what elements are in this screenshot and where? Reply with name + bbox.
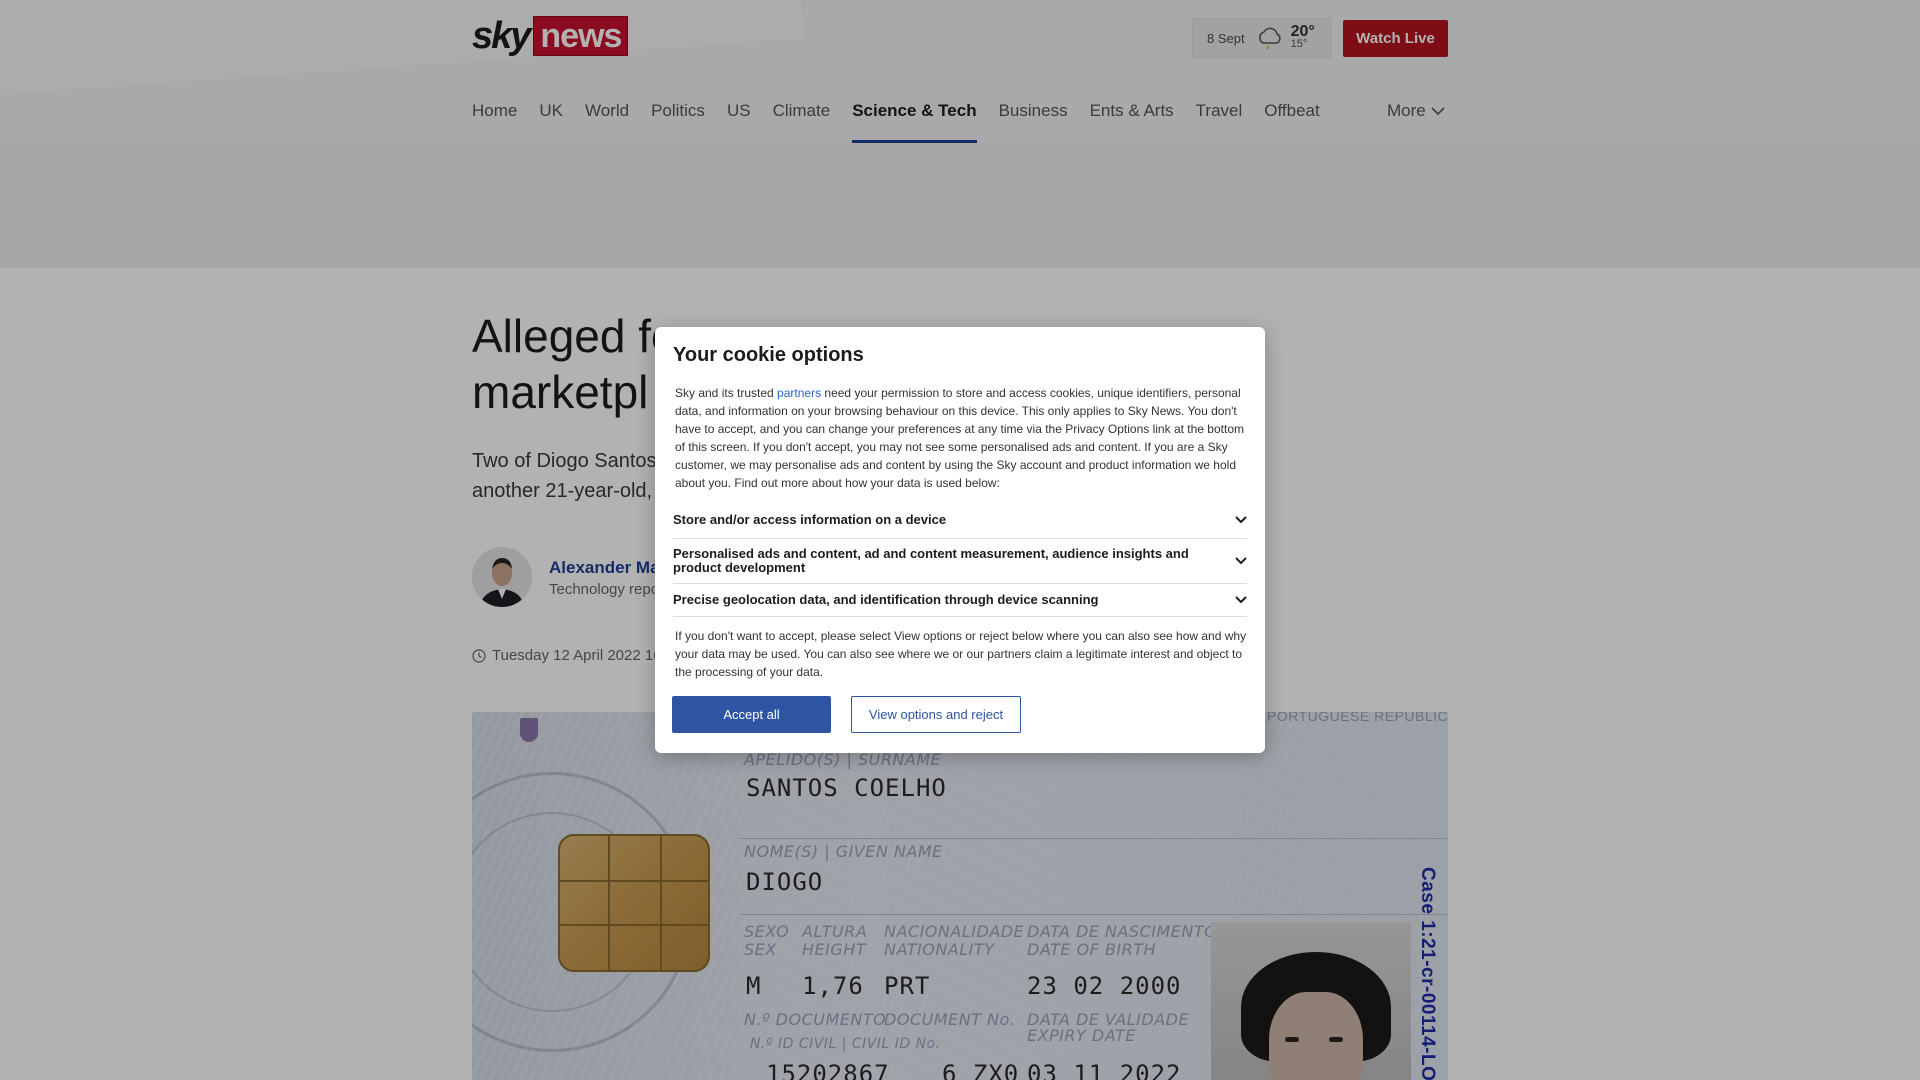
- partners-link[interactable]: partners: [777, 386, 821, 400]
- dialog-title: Your cookie options: [673, 344, 864, 366]
- chevron-down-icon: [1235, 596, 1247, 604]
- chevron-down-icon: [1235, 516, 1247, 524]
- intro-body: need your permission to store and access…: [675, 386, 1244, 490]
- dialog-footer-text: If you don't want to accept, please sele…: [675, 629, 1247, 679]
- intro-prefix: Sky and its trusted: [675, 386, 778, 400]
- accordion-geolocation[interactable]: Precise geolocation data, and identifica…: [673, 584, 1247, 617]
- accept-all-button[interactable]: Accept all: [672, 696, 831, 733]
- accordion-label: Personalised ads and content, ad and con…: [673, 546, 1189, 575]
- cookie-consent-dialog: Your cookie options Sky and its trusted …: [655, 327, 1265, 753]
- accordion-store-access[interactable]: Store and/or access information on a dev…: [673, 502, 1247, 539]
- dialog-intro-text: Sky and its trusted partners need your p…: [675, 384, 1253, 492]
- view-options-reject-button[interactable]: View options and reject: [851, 696, 1021, 733]
- accordion-personalised-ads[interactable]: Personalised ads and content, ad and con…: [673, 539, 1247, 584]
- accordion-label: Store and/or access information on a dev…: [673, 512, 947, 527]
- chevron-down-icon: [1235, 557, 1247, 565]
- accordion-label: Precise geolocation data, and identifica…: [673, 592, 1099, 607]
